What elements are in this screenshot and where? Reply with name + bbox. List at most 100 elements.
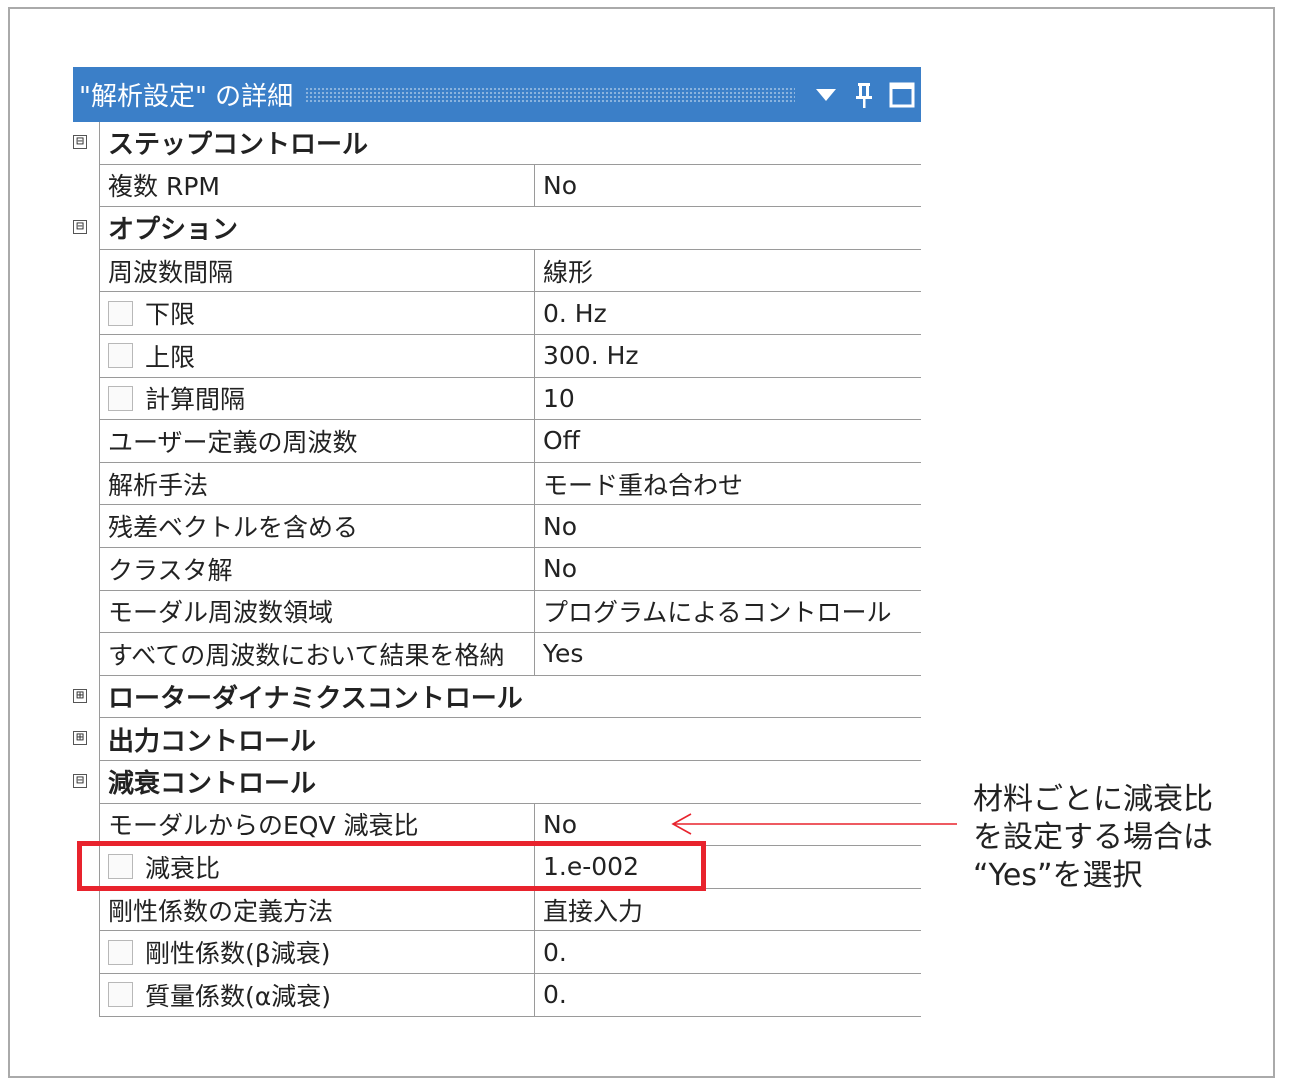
triangle-down-icon[interactable] xyxy=(807,75,845,115)
tree-column: ⊟ xyxy=(73,761,100,804)
property-row[interactable]: クラスタ解 No xyxy=(73,548,921,591)
property-name-cell: 解析手法 xyxy=(100,462,535,506)
property-row[interactable]: 解析手法 モード重ね合わせ xyxy=(73,462,921,506)
property-name: すべての周波数において結果を格納 xyxy=(108,640,505,670)
property-row[interactable]: 複数 RPM No xyxy=(73,164,921,208)
group-row[interactable]: ⊟ 減衰コントロール xyxy=(73,761,921,804)
group-label: 出力コントロール xyxy=(100,718,921,761)
damping-ratio-highlight-box xyxy=(77,841,706,891)
property-name-cell: すべての周波数において結果を格納 xyxy=(100,633,535,676)
property-value[interactable]: 0. xyxy=(535,974,921,1017)
property-row[interactable]: モーダル周波数領域 プログラムによるコントロール xyxy=(73,590,921,634)
property-value[interactable]: No xyxy=(535,548,921,591)
tree-column: ⊞ xyxy=(73,718,100,761)
expand-icon[interactable]: ⊞ xyxy=(73,731,87,746)
tree-column xyxy=(73,462,100,506)
property-value[interactable]: モード重ね合わせ xyxy=(535,463,921,506)
collapse-icon[interactable]: ⊟ xyxy=(73,774,87,788)
property-value[interactable]: 10 xyxy=(535,378,921,421)
property-name-cell: 複数 RPM xyxy=(100,164,535,208)
maximize-icon[interactable] xyxy=(883,75,921,115)
property-name-cell: 下限 xyxy=(100,292,535,335)
tree-column xyxy=(73,420,100,463)
parameter-checkbox[interactable] xyxy=(108,300,133,326)
property-name-cell: ユーザー定義の周波数 xyxy=(100,420,535,463)
group-label: 減衰コントロール xyxy=(100,761,921,804)
property-name: 複数 RPM xyxy=(108,172,220,202)
property-row[interactable]: 剛性係数の定義方法 直接入力 xyxy=(73,888,921,932)
property-row[interactable]: 剛性係数(β減衰) 0. xyxy=(73,931,921,974)
tree-column xyxy=(73,292,100,335)
property-row[interactable]: 残差ベクトルを含める No xyxy=(73,505,921,548)
tree-column: ⊟ xyxy=(73,207,100,250)
tree-column xyxy=(73,505,100,548)
expand-icon[interactable]: ⊞ xyxy=(73,688,87,703)
parameter-checkbox[interactable] xyxy=(108,385,133,411)
collapse-icon[interactable]: ⊟ xyxy=(73,135,87,149)
property-value[interactable]: プログラムによるコントロール xyxy=(535,591,921,634)
details-panel-title: "解析設定" の詳細 xyxy=(79,82,294,112)
group-label: オプション xyxy=(100,207,921,250)
property-value[interactable]: 線形 xyxy=(535,250,921,293)
annotation-text: 材料ごとに減衰比 を設定する場合は “Yes”を選択 xyxy=(973,781,1213,895)
property-name-cell: 質量係数(α減衰) xyxy=(100,974,535,1017)
property-row[interactable]: ユーザー定義の周波数 Off xyxy=(73,420,921,463)
group-row[interactable]: ⊞ 出力コントロール xyxy=(73,718,921,761)
property-name-cell: モーダルからのEQV 減衰比 xyxy=(100,803,535,847)
tree-column xyxy=(73,803,100,847)
tree-column xyxy=(73,931,100,974)
property-name-cell: 計算間隔 xyxy=(100,377,535,421)
parameter-checkbox[interactable] xyxy=(108,939,133,965)
property-name: 剛性係数の定義方法 xyxy=(108,896,334,926)
group-label: ステップコントロール xyxy=(100,122,921,165)
property-name-cell: 周波数間隔 xyxy=(100,249,535,293)
property-name-cell: 剛性係数の定義方法 xyxy=(100,888,535,932)
tree-column xyxy=(73,888,100,932)
property-name: 剛性係数(β減衰) xyxy=(145,939,331,969)
tree-column xyxy=(73,548,100,591)
property-name: 残差ベクトルを含める xyxy=(108,513,359,543)
details-panel-titlebar[interactable]: "解析設定" の詳細 xyxy=(73,67,921,122)
property-value[interactable]: 0. Hz xyxy=(535,292,921,335)
property-name: 下限 xyxy=(145,300,196,330)
property-row[interactable]: 下限 0. Hz xyxy=(73,292,921,335)
pin-icon[interactable] xyxy=(845,75,883,115)
property-row[interactable]: 質量係数(α減衰) 0. xyxy=(73,974,921,1017)
property-value[interactable]: Yes xyxy=(535,633,921,676)
annotation-line-1: 材料ごとに減衰比 xyxy=(973,782,1213,817)
tree-column xyxy=(73,633,100,676)
property-name: 上限 xyxy=(145,342,196,372)
tree-column xyxy=(73,164,100,208)
property-name-cell: クラスタ解 xyxy=(100,548,535,591)
group-row[interactable]: ⊟ ステップコントロール xyxy=(73,122,921,165)
property-row[interactable]: 計算間隔 10 xyxy=(73,377,921,421)
property-row[interactable]: 周波数間隔 線形 xyxy=(73,249,921,293)
tree-column xyxy=(73,974,100,1017)
group-row[interactable]: ⊟ オプション xyxy=(73,207,921,250)
property-value[interactable]: No xyxy=(535,505,921,548)
annotation-line-3: “Yes”を選択 xyxy=(973,858,1143,893)
property-name: モーダル周波数領域 xyxy=(108,598,334,628)
tree-column xyxy=(73,590,100,634)
tree-column xyxy=(73,335,100,378)
property-value[interactable]: 300. Hz xyxy=(535,335,921,378)
collapse-icon[interactable]: ⊟ xyxy=(73,220,87,235)
property-row[interactable]: すべての周波数において結果を格納 Yes xyxy=(73,633,921,676)
parameter-checkbox[interactable] xyxy=(108,343,133,369)
property-name: クラスタ解 xyxy=(108,555,233,585)
tree-column xyxy=(73,249,100,293)
property-name-cell: 残差ベクトルを含める xyxy=(100,505,535,548)
property-name: 計算間隔 xyxy=(145,385,246,415)
property-name: 質量係数(α減衰) xyxy=(145,981,331,1011)
property-name-cell: 剛性係数(β減衰) xyxy=(100,931,535,974)
property-row[interactable]: 上限 300. Hz xyxy=(73,335,921,378)
property-value[interactable]: No xyxy=(535,165,921,208)
property-name: 周波数間隔 xyxy=(108,257,234,287)
property-name: モーダルからのEQV 減衰比 xyxy=(108,811,419,841)
group-row[interactable]: ⊞ ローターダイナミクスコントロール xyxy=(73,675,921,719)
property-value[interactable]: Off xyxy=(535,420,921,463)
titlebar-drag-grip[interactable] xyxy=(305,86,795,103)
property-value[interactable]: 0. xyxy=(535,931,921,974)
property-value[interactable]: 直接入力 xyxy=(535,889,921,932)
parameter-checkbox[interactable] xyxy=(108,982,133,1008)
